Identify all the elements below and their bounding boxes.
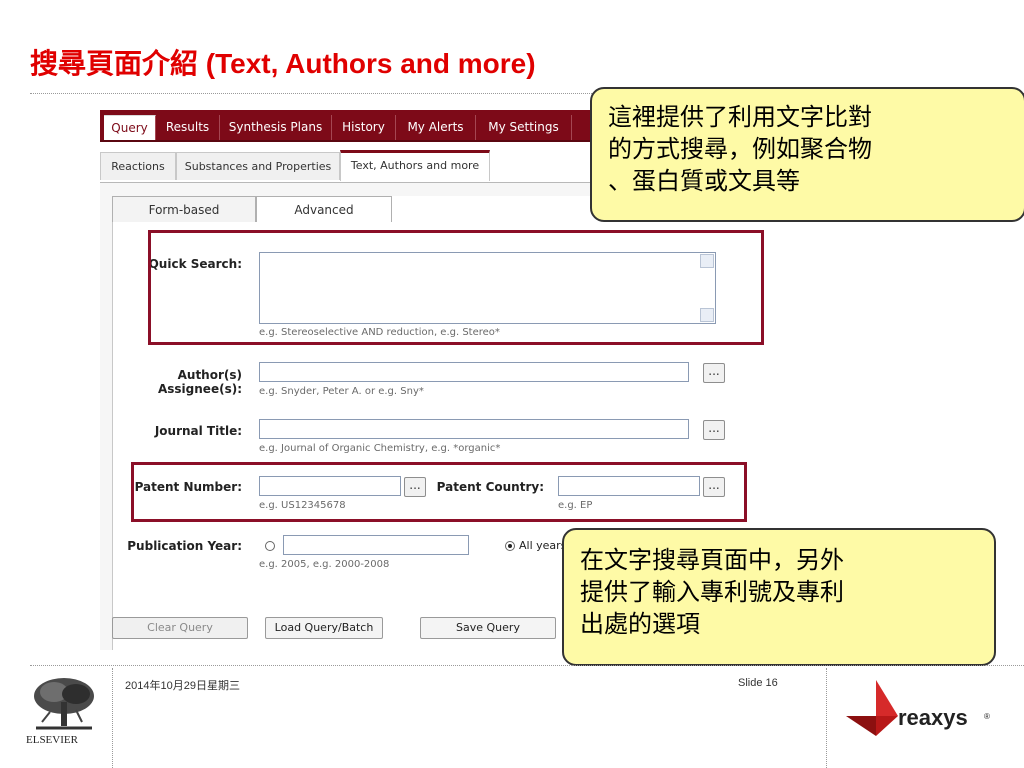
journal-title-label: Journal Title: [154, 424, 242, 438]
menu-history[interactable]: History [332, 115, 396, 140]
load-query-batch-button[interactable]: Load Query/Batch [265, 617, 383, 639]
save-query-button[interactable]: Save Query [420, 617, 556, 639]
quick-search-highlight [148, 230, 764, 345]
tab-text-authors-more[interactable]: Text, Authors and more [340, 150, 490, 181]
menu-synthesis-plans[interactable]: Synthesis Plans [220, 115, 332, 140]
publication-year-label: Publication Year: [127, 539, 242, 553]
tab-reactions[interactable]: Reactions [100, 152, 176, 180]
patent-callout: 在文字搜尋頁面中，另外 提供了輸入專利號及專利 出處的選項 [562, 528, 996, 666]
tab-substances-properties[interactable]: Substances and Properties [176, 152, 340, 180]
menu-results[interactable]: Results [156, 115, 220, 140]
menu-my-alerts[interactable]: My Alerts [396, 115, 476, 140]
author-lookup-button[interactable]: ... [703, 363, 725, 383]
footer-divider-left [112, 668, 113, 768]
text-search-callout: 這裡提供了利用文字比對 的方式搜尋，例如聚合物 、蛋白質或文具等 [590, 87, 1024, 222]
callout-line: 這裡提供了利用文字比對 [608, 103, 872, 131]
reaxys-wordmark: reaxys [898, 705, 968, 730]
all-years-label: All years [519, 539, 567, 552]
slide-number: Slide 16 [738, 677, 778, 689]
all-years-radio[interactable] [505, 541, 515, 551]
assignees-label: Assignee(s): [157, 382, 242, 396]
callout-line: 提供了輸入專利號及專利 [580, 578, 844, 606]
journal-title-input[interactable] [259, 419, 689, 439]
tab-advanced[interactable]: Advanced [256, 196, 392, 222]
callout-line: 在文字搜尋頁面中，另外 [580, 546, 844, 574]
publication-year-hint: e.g. 2005, e.g. 2000-2008 [259, 559, 390, 570]
callout-line: 出處的選項 [580, 610, 700, 638]
reaxys-logo-icon [846, 680, 898, 736]
footer-date: 2014年10月29日星期三 [125, 680, 240, 692]
elsevier-tree-logo-icon [30, 676, 98, 732]
menu-my-settings[interactable]: My Settings [476, 115, 572, 140]
registered-mark: ® [984, 712, 990, 721]
elsevier-wordmark: ELSEVIER [26, 734, 78, 746]
author-input[interactable] [259, 362, 689, 382]
journal-lookup-button[interactable]: ... [703, 420, 725, 440]
year-range-radio[interactable] [265, 541, 275, 551]
footer-divider [30, 665, 1024, 666]
publication-year-input[interactable] [283, 535, 469, 555]
footer-divider-right [826, 668, 827, 768]
callout-line: 、蛋白質或文具等 [608, 167, 800, 195]
callout-line: 的方式搜尋，例如聚合物 [608, 135, 872, 163]
slide-title: 搜尋頁面介紹 (Text, Authors and more) [30, 48, 536, 79]
author-hint: e.g. Snyder, Peter A. or e.g. Sny* [259, 386, 424, 397]
authors-label: Author(s) [177, 368, 242, 382]
menu-query[interactable]: Query [104, 115, 156, 140]
journal-title-hint: e.g. Journal of Organic Chemistry, e.g. … [259, 443, 501, 454]
clear-query-button[interactable]: Clear Query [112, 617, 248, 639]
tab-form-based[interactable]: Form-based [112, 196, 256, 222]
patent-fields-highlight [131, 462, 747, 522]
